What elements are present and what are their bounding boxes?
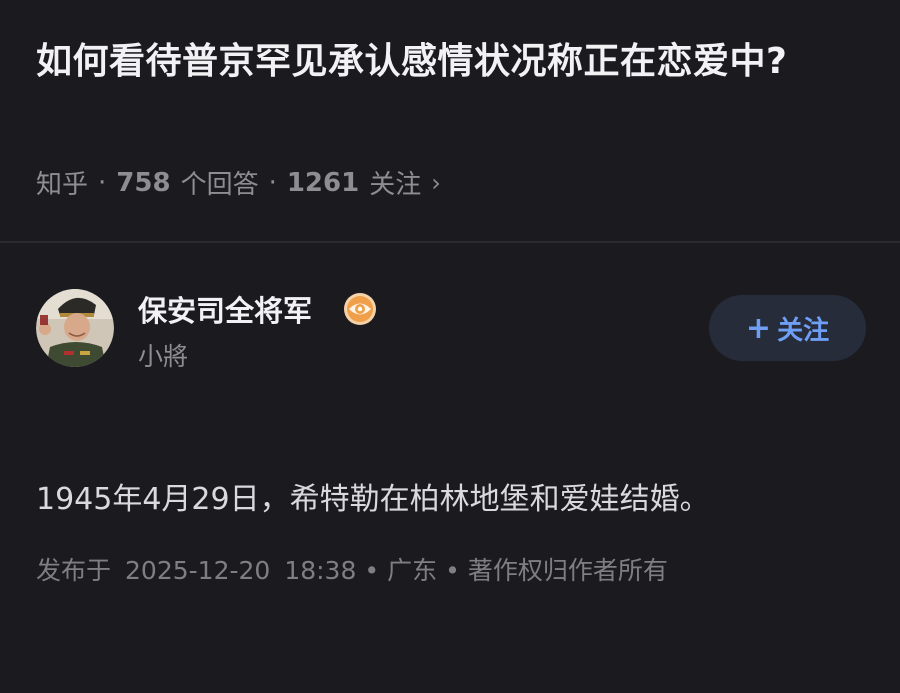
answer-meta: 发布于 2025-12-20 18:38 • 广东 • 著作权归作者所有 (36, 551, 668, 587)
meta-separator: · (98, 167, 107, 198)
follower-count: 1261 (286, 167, 360, 198)
published-label: 发布于 (36, 556, 112, 585)
avatar[interactable] (36, 289, 114, 367)
answer-count-label: 个回答 (180, 170, 259, 200)
question-header: 如何看待普京罕见承认感情状况称正在恋爱中? 知乎 · 758 个回答 · 126… (0, 0, 900, 242)
author-headline: 小將 (138, 342, 189, 371)
question-title[interactable]: 如何看待普京罕见承认感情状况称正在恋爱中? (36, 34, 866, 90)
follow-button[interactable]: + 关注 (709, 295, 866, 361)
answer-count: 758 (116, 167, 171, 198)
avatar-photo-icon (36, 289, 114, 367)
chevron-right-icon: › (431, 168, 441, 197)
publish-date: 2025-12-20 (125, 556, 271, 585)
publish-location: 广东 (387, 556, 438, 585)
meta-dot: • (445, 556, 460, 585)
copyright-notice: 著作权归作者所有 (467, 556, 668, 585)
publish-time: 18:38 (284, 556, 357, 585)
section-divider (0, 241, 900, 243)
meta-dot: • (364, 556, 380, 585)
plus-icon: + (745, 310, 772, 346)
meta-separator: · (268, 167, 277, 198)
eye-badge-icon (344, 293, 376, 325)
follow-button-label: 关注 (777, 315, 830, 346)
answer-body[interactable]: 1945年4月29日，希特勒在柏林地堡和爱娃结婚。 (36, 474, 866, 526)
source-label: 知乎 (36, 170, 89, 200)
author-name[interactable]: 保安司全将军 (138, 288, 312, 330)
follower-count-label: 关注 (369, 170, 422, 200)
question-meta[interactable]: 知乎 · 758 个回答 · 1261 关注 › (36, 164, 441, 201)
